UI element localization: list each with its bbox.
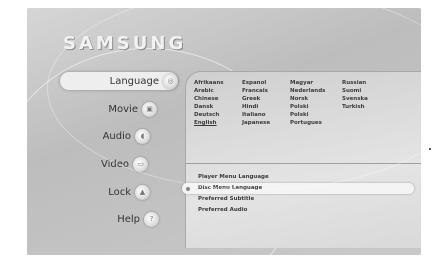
samsung-logo: SAMSUNG xyxy=(63,33,187,54)
language-option[interactable]: Dansk xyxy=(194,103,242,111)
menu-item-disc-menu-language[interactable]: Disc Menu Language xyxy=(182,183,414,194)
film-icon: ▣ xyxy=(142,101,157,117)
language-option[interactable]: Portugues xyxy=(290,119,342,127)
divider xyxy=(186,163,421,164)
nav-item-label: Video xyxy=(100,158,129,170)
language-option[interactable]: Russian xyxy=(342,79,386,87)
language-list: Afrikaans Espanol Magyar Russian Arabic … xyxy=(194,79,386,127)
language-option[interactable]: Polski xyxy=(290,103,342,111)
margin-dot xyxy=(429,148,431,150)
language-option[interactable] xyxy=(342,111,386,119)
language-option[interactable]: Francais xyxy=(242,87,290,95)
menu-item-preferred-audio[interactable]: Preferred Audio xyxy=(194,205,414,216)
language-option[interactable]: Deutsch xyxy=(194,111,242,119)
globe-icon: ◎ xyxy=(163,73,178,89)
language-option[interactable]: Suomi xyxy=(342,87,386,95)
nav-item-movie[interactable]: Movie ▣ xyxy=(87,100,157,118)
nav-item-lock[interactable]: Lock ▲ xyxy=(80,183,150,201)
nav-item-label: Language xyxy=(109,75,159,87)
language-panel: Afrikaans Espanol Magyar Russian Arabic … xyxy=(182,71,421,248)
nav-item-label: Help xyxy=(117,213,140,225)
monitor-icon: ▭ xyxy=(133,156,148,172)
language-option[interactable]: Norsk xyxy=(290,95,342,103)
speaker-icon: ◖ xyxy=(135,128,150,144)
menu-item-preferred-subtitle[interactable]: Preferred Subtitle xyxy=(194,194,414,205)
language-option[interactable]: Afrikaans xyxy=(194,79,242,87)
language-option[interactable]: Nederlands xyxy=(290,87,342,95)
language-option[interactable]: Chinese xyxy=(194,95,242,103)
language-option[interactable]: Italiano xyxy=(242,111,290,119)
language-option[interactable]: Magyar xyxy=(290,79,342,87)
nav-item-label: Movie xyxy=(108,103,138,115)
nav-item-language[interactable]: Language ◎ xyxy=(60,72,178,90)
language-option[interactable]: Japanese xyxy=(242,119,290,127)
nav-item-label: Lock xyxy=(108,186,131,198)
nav-item-label: Audio xyxy=(102,130,131,142)
nav-item-help[interactable]: Help ? xyxy=(87,210,159,228)
language-settings-menu: Player Menu Language Disc Menu Language … xyxy=(182,172,414,216)
language-option[interactable]: Svenska xyxy=(342,95,386,103)
language-option[interactable]: Polski xyxy=(290,111,342,119)
language-option[interactable]: Hindi xyxy=(242,103,290,111)
help-icon: ? xyxy=(144,211,159,227)
menu-item-player-menu-language[interactable]: Player Menu Language xyxy=(194,172,414,183)
dvd-setup-screen: SAMSUNG Language ◎ Movie ▣ Audio ◖ Video… xyxy=(27,8,421,255)
language-option[interactable]: Espanol xyxy=(242,79,290,87)
language-option[interactable]: Turkish xyxy=(342,103,386,111)
language-option[interactable] xyxy=(342,119,386,127)
language-option[interactable]: Greek xyxy=(242,95,290,103)
nav-item-audio[interactable]: Audio ◖ xyxy=(78,127,150,145)
nav-item-video[interactable]: Video ▭ xyxy=(78,155,148,173)
language-option-current[interactable]: English xyxy=(194,119,242,127)
language-option[interactable]: Arabic xyxy=(194,87,242,95)
lock-icon: ▲ xyxy=(135,184,150,200)
